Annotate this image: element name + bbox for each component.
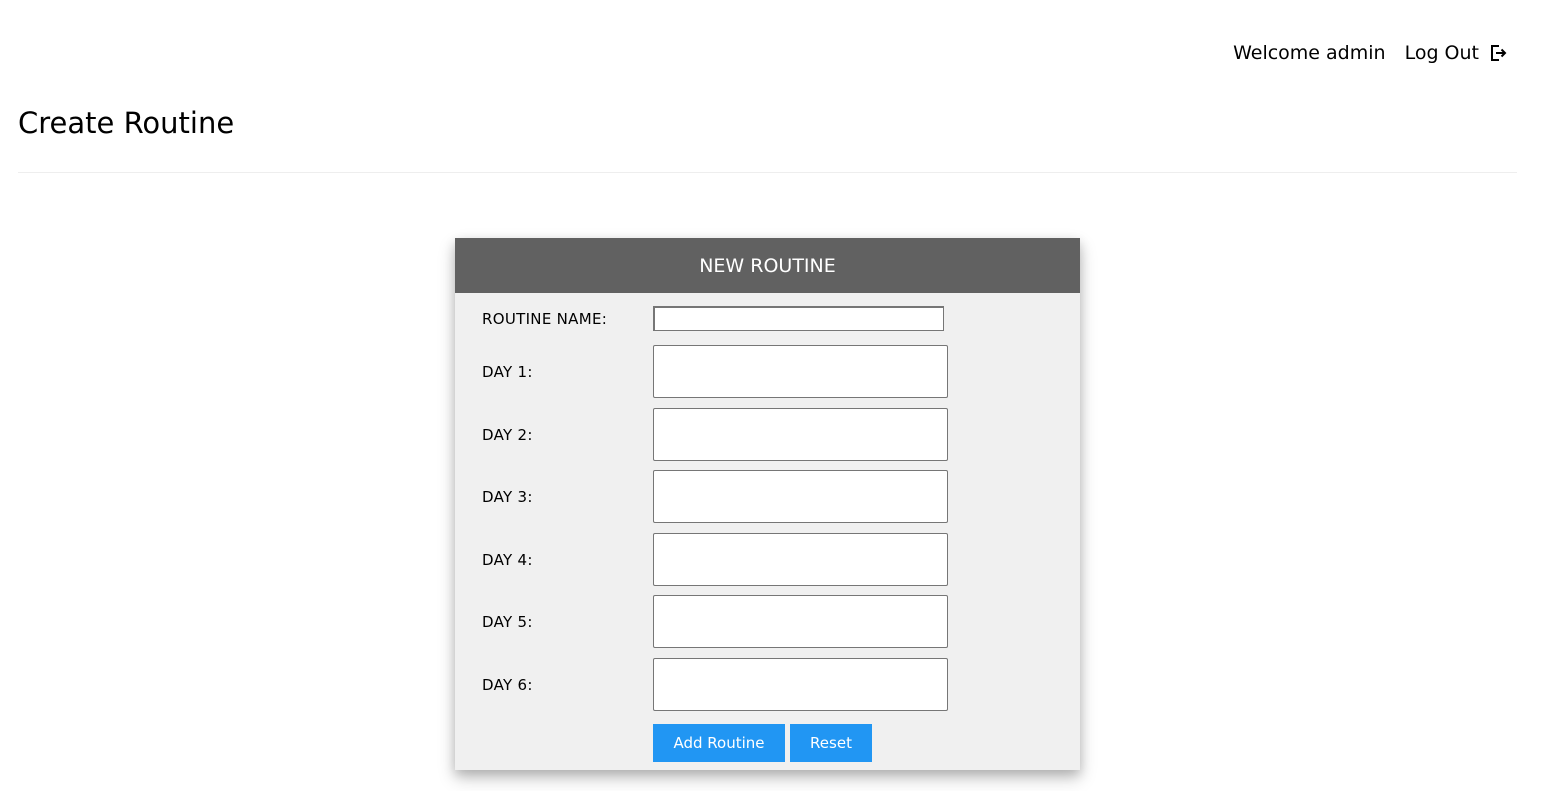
page-title: Create Routine [18,106,235,140]
day-row: DAY 2: [482,408,948,461]
day-row: DAY 5: [482,595,948,648]
add-routine-button[interactable]: Add Routine [653,724,785,762]
top-bar: Welcome admin Log Out [1233,42,1507,64]
header-divider [18,172,1517,173]
day-row: DAY 4: [482,533,948,586]
day-label: DAY 2: [482,425,533,444]
day-3-input[interactable] [653,470,948,523]
day-label: DAY 6: [482,675,533,694]
reset-button[interactable]: Reset [790,724,872,762]
day-label: DAY 4: [482,550,533,569]
day-6-input[interactable] [653,658,948,711]
day-4-input[interactable] [653,533,948,586]
logout-icon [1491,45,1507,61]
form-title: NEW ROUTINE [455,238,1080,293]
day-5-input[interactable] [653,595,948,648]
day-row: DAY 1: [482,345,948,398]
routine-name-row: ROUTINE NAME: [482,306,944,331]
routine-name-label: ROUTINE NAME: [482,309,608,328]
form-actions: Add Routine Reset [653,724,872,762]
day-label: DAY 5: [482,612,533,631]
day-row: DAY 6: [482,658,948,711]
logout-link[interactable]: Log Out [1405,42,1507,64]
day-label: DAY 3: [482,487,533,506]
new-routine-form: NEW ROUTINE ROUTINE NAME: DAY 1: DAY 2: … [455,238,1080,770]
routine-name-input[interactable] [653,306,944,331]
day-2-input[interactable] [653,408,948,461]
day-row: DAY 3: [482,470,948,523]
day-label: DAY 1: [482,362,533,381]
logout-label: Log Out [1404,42,1479,64]
day-1-input[interactable] [653,345,948,398]
welcome-text: Welcome admin [1233,42,1386,64]
